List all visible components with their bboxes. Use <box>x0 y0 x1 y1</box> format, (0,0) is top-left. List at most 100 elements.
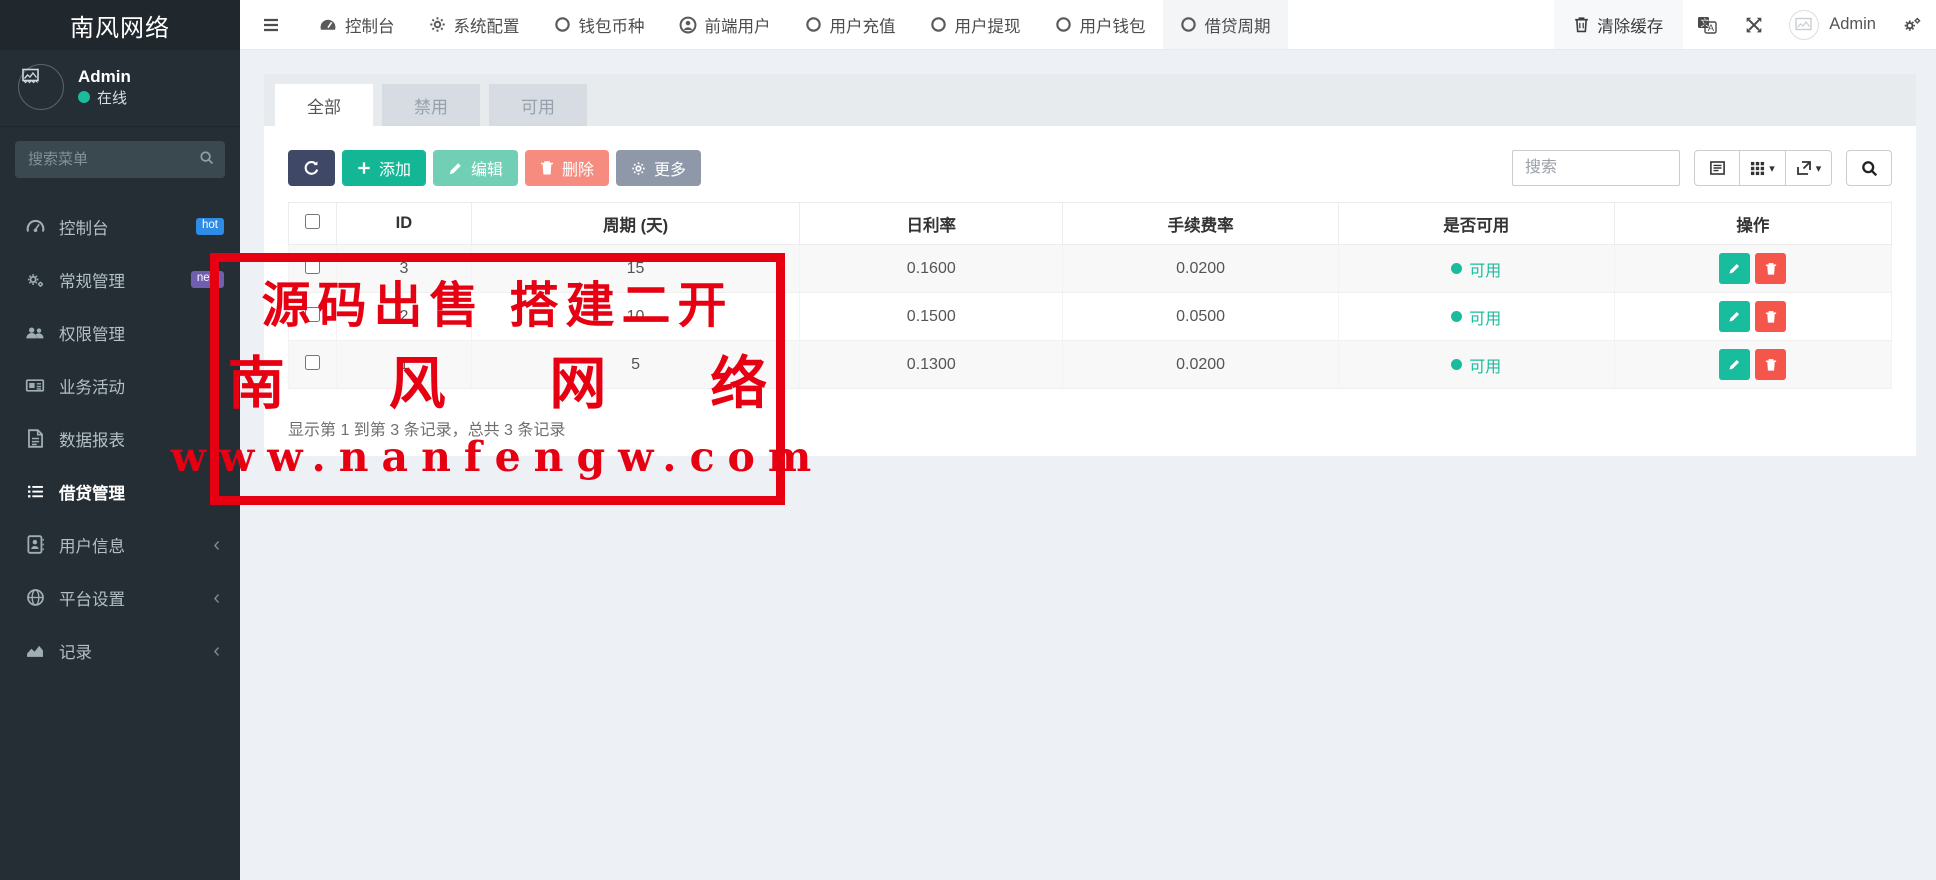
file-report-icon <box>24 429 46 448</box>
newspaper-icon <box>24 377 46 394</box>
clear-cache-button[interactable]: 清除缓存 <box>1554 0 1683 49</box>
topnav-item-user-withdraw[interactable]: 用户提现 <box>913 0 1038 49</box>
detail-view-button[interactable] <box>1694 150 1740 186</box>
broken-image-icon <box>1792 17 1816 33</box>
topnav-item-system-config[interactable]: 系统配置 <box>412 0 537 49</box>
sidebar-item-records[interactable]: 记录 ‹ <box>0 624 240 677</box>
sidebar-item-user-info[interactable]: 用户信息 ‹ <box>0 518 240 571</box>
select-all-checkbox[interactable] <box>305 214 320 229</box>
sidebar-item-reports[interactable]: 数据报表 <box>0 412 240 465</box>
refresh-icon <box>303 160 320 177</box>
row-edit-button[interactable] <box>1719 253 1750 284</box>
cell-id: 1 <box>337 341 472 389</box>
table-row: 3 15 0.1600 0.0200 可用 <box>289 245 1892 293</box>
sidebar-item-general[interactable]: 常规管理 new <box>0 253 240 306</box>
cell-cycle: 5 <box>471 341 800 389</box>
fullscreen-icon[interactable] <box>1731 0 1777 49</box>
table-search-input[interactable] <box>1512 150 1680 186</box>
trash-icon <box>540 160 554 176</box>
col-actions: 操作 <box>1614 203 1891 245</box>
select-all-header <box>289 203 337 245</box>
col-fee-rate: 手续费率 <box>1063 203 1339 245</box>
circle-icon <box>554 16 571 33</box>
row-delete-button[interactable] <box>1755 301 1786 332</box>
row-edit-button[interactable] <box>1719 349 1750 380</box>
cell-cycle: 10 <box>471 293 800 341</box>
caret-down-icon: ▾ <box>1769 162 1775 175</box>
topnav-user-label: Admin <box>1829 15 1876 34</box>
topnav-item-loan-cycle[interactable]: 借贷周期 <box>1163 0 1288 49</box>
columns-grid-icon <box>1750 161 1765 176</box>
refresh-button[interactable] <box>288 150 335 186</box>
col-id: ID <box>337 203 472 245</box>
row-delete-button[interactable] <box>1755 349 1786 380</box>
row-checkbox[interactable] <box>305 355 320 370</box>
loan-cycle-table: ID 周期 (天) 日利率 手续费率 是否可用 操作 3 15 0.1600 <box>288 202 1892 389</box>
tab-disabled[interactable]: 禁用 <box>382 84 480 126</box>
detail-view-icon <box>1709 160 1726 176</box>
row-checkbox[interactable] <box>305 307 320 322</box>
badge-new: new <box>191 271 224 288</box>
add-button[interactable]: 添加 <box>342 150 426 186</box>
topnav-user[interactable]: Admin <box>1777 0 1888 49</box>
topnav-item-front-users[interactable]: 前端用户 <box>662 0 788 49</box>
row-edit-button[interactable] <box>1719 301 1750 332</box>
svg-text:A: A <box>1708 23 1715 34</box>
edit-button[interactable]: 编辑 <box>433 150 518 186</box>
cell-daily-rate: 0.1600 <box>800 245 1063 293</box>
tab-enabled[interactable]: 可用 <box>489 84 587 126</box>
user-status: 在线 <box>78 87 131 108</box>
cell-daily-rate: 0.1300 <box>800 341 1063 389</box>
export-button[interactable]: ▾ <box>1786 150 1832 186</box>
area-chart-icon <box>24 642 46 659</box>
cell-fee-rate: 0.0200 <box>1063 341 1339 389</box>
topnav-item-dashboard[interactable]: 控制台 <box>302 0 412 49</box>
row-checkbox[interactable] <box>305 259 320 274</box>
list-icon <box>24 483 46 500</box>
cell-fee-rate: 0.0200 <box>1063 245 1339 293</box>
user-panel: Admin 在线 <box>0 50 240 127</box>
sidebar-item-platform-settings[interactable]: 平台设置 ‹ <box>0 571 240 624</box>
settings-gears-icon[interactable] <box>1888 0 1936 49</box>
sidebar-menu: 控制台 hot 常规管理 new 权限管理 业务活动 数据报表 <box>0 188 240 677</box>
trash-icon <box>1574 16 1589 33</box>
sidebar-item-permissions[interactable]: 权限管理 <box>0 306 240 359</box>
chevron-left-icon: ‹ <box>213 535 220 555</box>
topnav-right: 清除缓存 文A Admin <box>1554 0 1936 49</box>
row-delete-button[interactable] <box>1755 253 1786 284</box>
globe-icon <box>24 588 46 607</box>
col-cycle: 周期 (天) <box>471 203 800 245</box>
topnav-item-user-wallet[interactable]: 用户钱包 <box>1038 0 1163 49</box>
cell-id: 2 <box>337 293 472 341</box>
topnav-item-wallet-currency[interactable]: 钱包币种 <box>537 0 662 49</box>
cell-daily-rate: 0.1500 <box>800 293 1063 341</box>
more-button[interactable]: 更多 <box>616 150 701 186</box>
pencil-icon <box>1728 262 1741 275</box>
plus-icon <box>357 161 371 175</box>
table-row: 1 5 0.1300 0.0200 可用 <box>289 341 1892 389</box>
topnav: 控制台 系统配置 钱包币种 前端用户 用户充值 用户提现 <box>240 0 1936 50</box>
sidebar: 南风网络 Admin 在线 <box>0 0 240 880</box>
chevron-left-icon: ‹ <box>213 588 220 608</box>
avatar <box>1789 10 1819 40</box>
circle-icon <box>1055 16 1072 33</box>
search-button[interactable] <box>1846 150 1892 186</box>
broken-image-icon <box>22 68 40 84</box>
delete-button[interactable]: 删除 <box>525 150 609 186</box>
tab-all[interactable]: 全部 <box>275 84 373 126</box>
user-circle-icon <box>679 16 697 34</box>
language-icon[interactable]: 文A <box>1683 0 1731 49</box>
badge-hot: hot <box>196 218 224 235</box>
status-dot-icon <box>1451 311 1462 322</box>
sidebar-item-business[interactable]: 业务活动 <box>0 359 240 412</box>
sidebar-search-input[interactable] <box>15 141 225 178</box>
status-dot-icon <box>1451 263 1462 274</box>
hamburger-icon[interactable] <box>240 0 302 49</box>
topnav-item-user-recharge[interactable]: 用户充值 <box>788 0 913 49</box>
sidebar-item-dashboard[interactable]: 控制台 hot <box>0 200 240 253</box>
trash-icon <box>1765 358 1777 372</box>
sidebar-item-lending[interactable]: 借贷管理 <box>0 465 240 518</box>
gears-icon <box>24 270 46 289</box>
columns-button[interactable]: ▾ <box>1740 150 1786 186</box>
pencil-icon <box>448 161 463 176</box>
